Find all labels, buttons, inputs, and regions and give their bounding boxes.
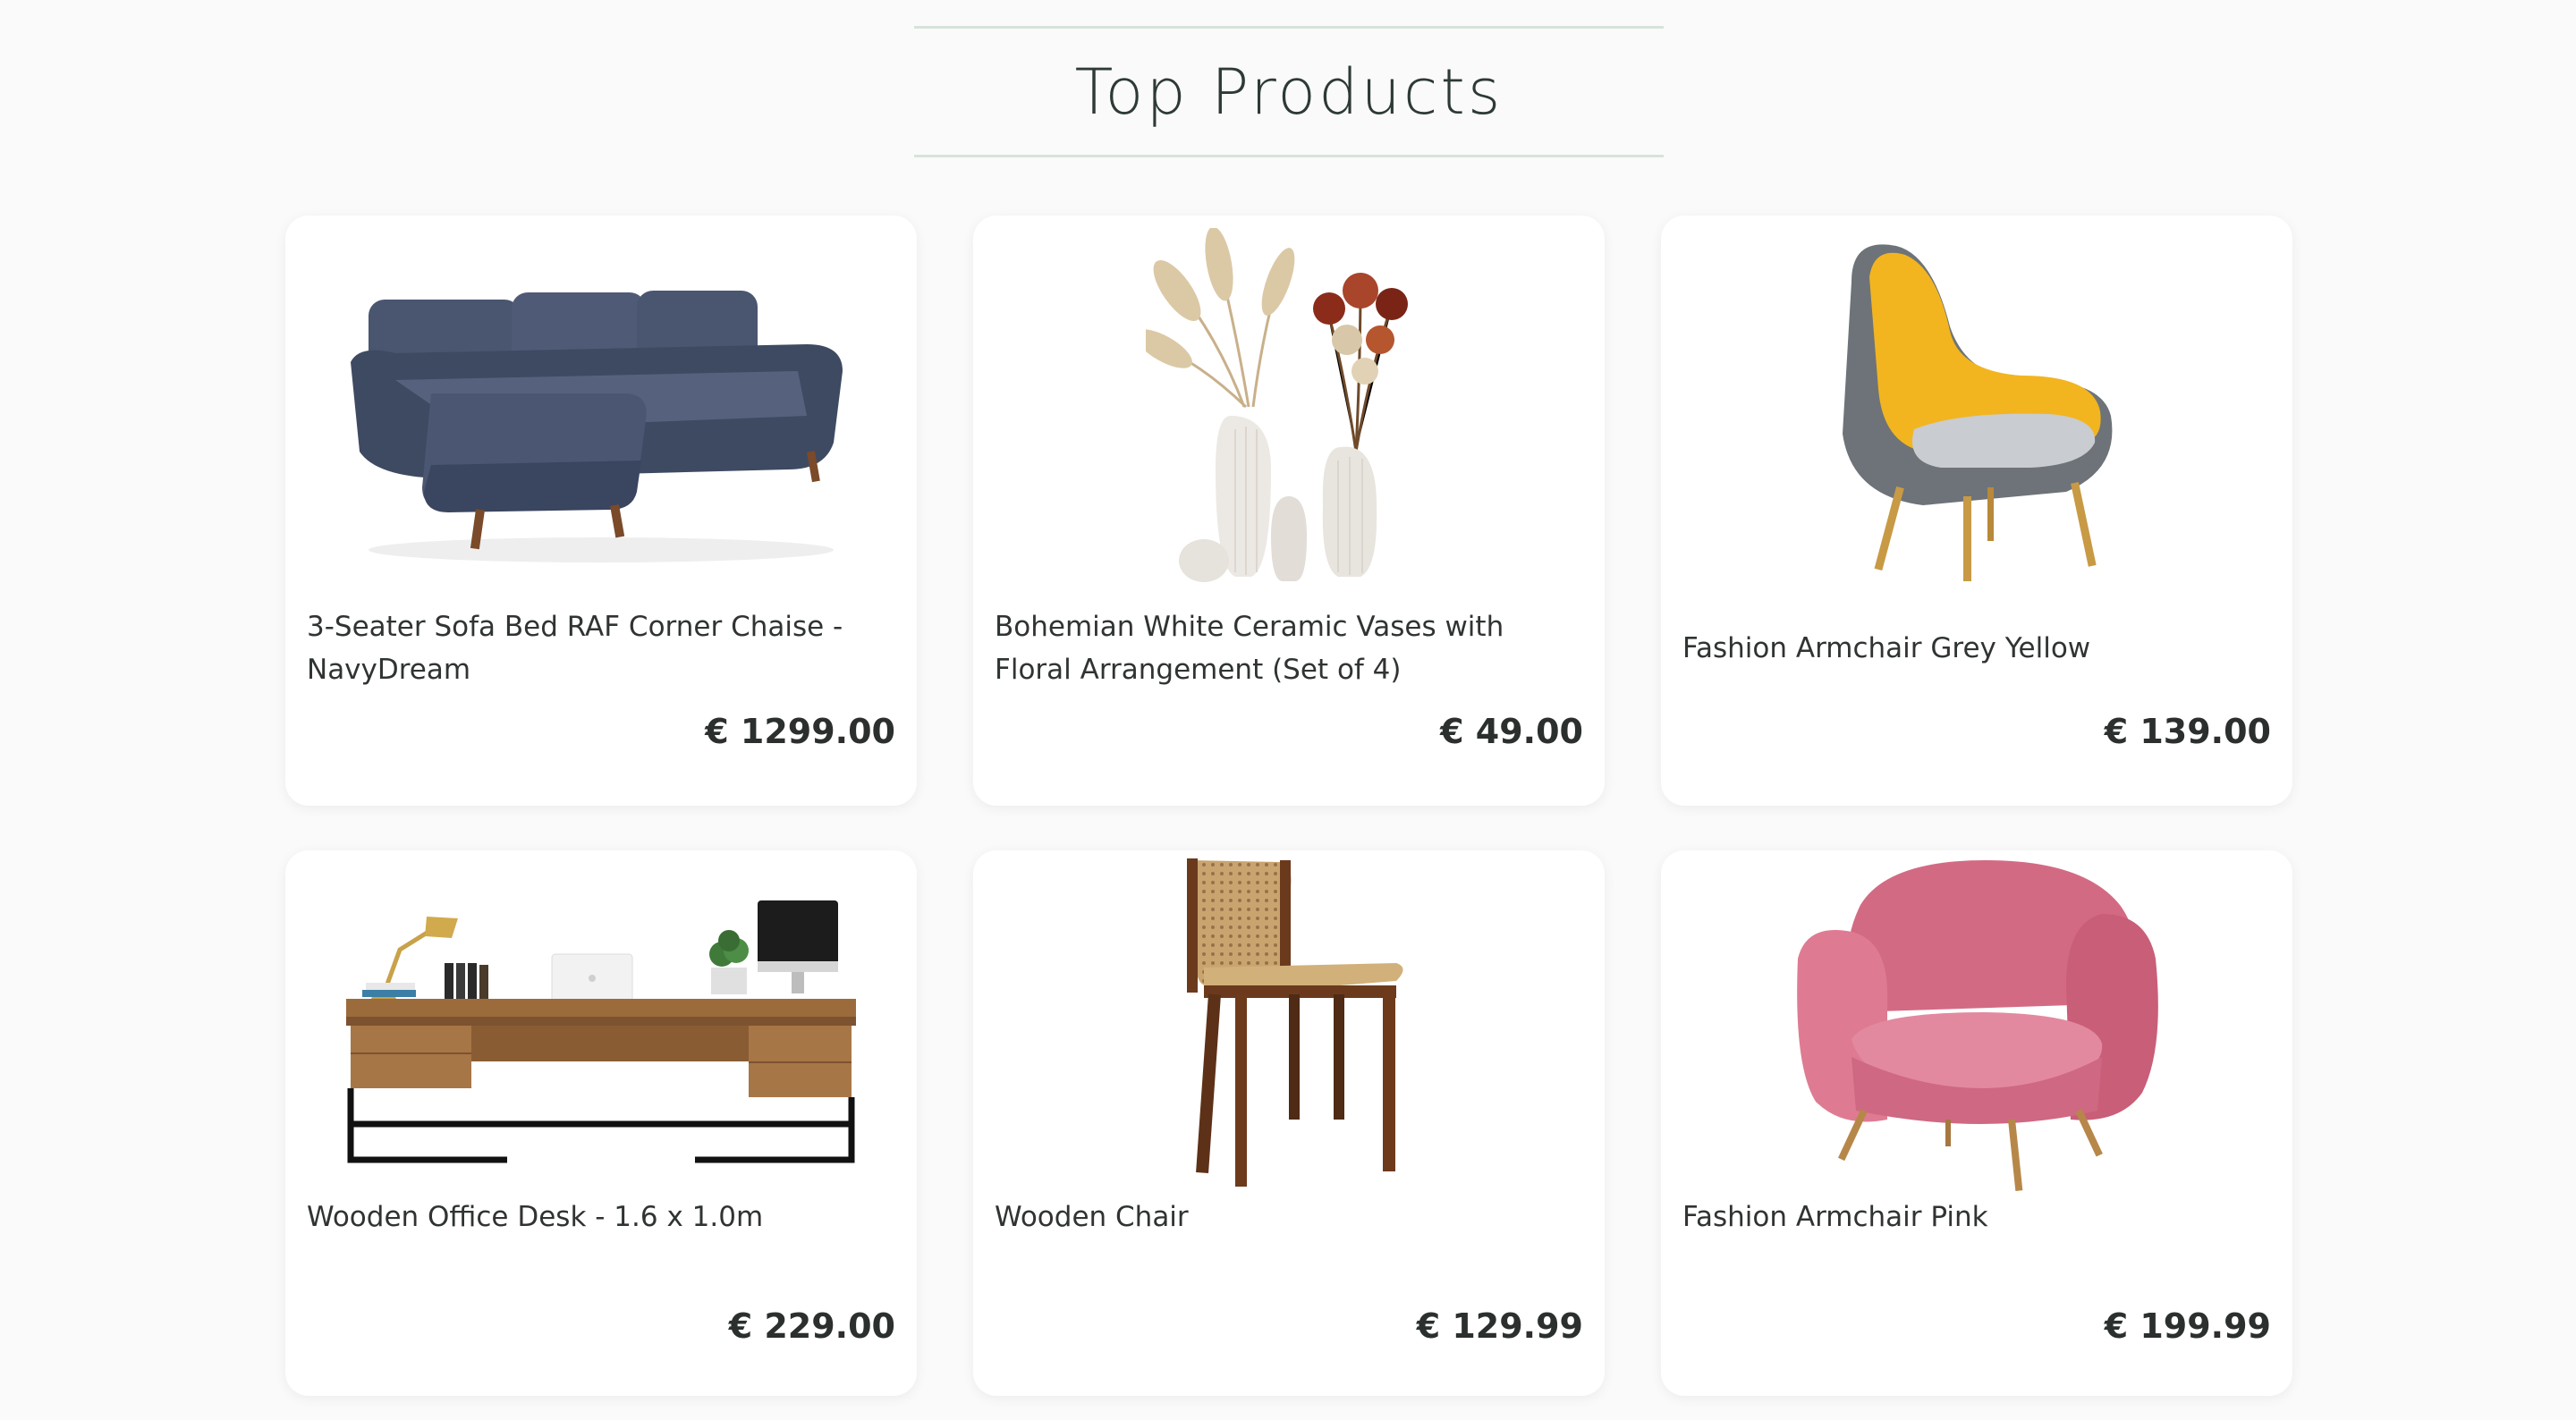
- product-name[interactable]: Fashion Armchair Pink: [1682, 1190, 2271, 1244]
- product-grid: 3-Seater Sofa Bed RAF Corner Chaise - Na…: [285, 216, 2292, 1396]
- product-card[interactable]: Fashion Armchair Grey Yellow € 139.00: [1661, 216, 2292, 806]
- product-price: € 49.00: [1440, 712, 1583, 751]
- product-image-vases[interactable]: [973, 228, 1605, 586]
- section-heading: Top Products: [914, 26, 1664, 157]
- product-price: € 229.00: [728, 1306, 895, 1346]
- product-name[interactable]: Fashion Armchair Grey Yellow: [1682, 604, 2271, 693]
- product-price: € 139.00: [2104, 712, 2271, 751]
- product-card[interactable]: Fashion Armchair Pink € 199.99: [1661, 850, 2292, 1396]
- product-price: € 1299.00: [705, 712, 895, 751]
- product-card[interactable]: Wooden Chair € 129.99: [973, 850, 1605, 1396]
- product-image-sofa[interactable]: [285, 228, 917, 586]
- product-name[interactable]: Wooden Chair: [995, 1190, 1583, 1244]
- product-price: € 199.99: [2104, 1306, 2271, 1346]
- product-image-wooden-chair[interactable]: [973, 858, 1605, 1187]
- product-image-desk[interactable]: [285, 865, 917, 1187]
- product-card[interactable]: Wooden Office Desk - 1.6 x 1.0m € 229.00: [285, 850, 917, 1396]
- product-card[interactable]: Bohemian White Ceramic Vases with Floral…: [973, 216, 1605, 806]
- product-image-armchair-grey-yellow[interactable]: [1661, 228, 2292, 586]
- product-price: € 129.99: [1416, 1306, 1583, 1346]
- section-title: Top Products: [1074, 55, 1504, 129]
- product-name[interactable]: Wooden Office Desk - 1.6 x 1.0m: [307, 1190, 895, 1244]
- product-name[interactable]: 3-Seater Sofa Bed RAF Corner Chaise - Na…: [307, 604, 895, 693]
- product-name[interactable]: Bohemian White Ceramic Vases with Floral…: [995, 604, 1583, 693]
- page: Top Products 3-Seater Sofa Bed RAF Corne…: [0, 0, 2576, 1420]
- product-image-armchair-pink[interactable]: [1661, 860, 2292, 1191]
- product-card[interactable]: 3-Seater Sofa Bed RAF Corner Chaise - Na…: [285, 216, 917, 806]
